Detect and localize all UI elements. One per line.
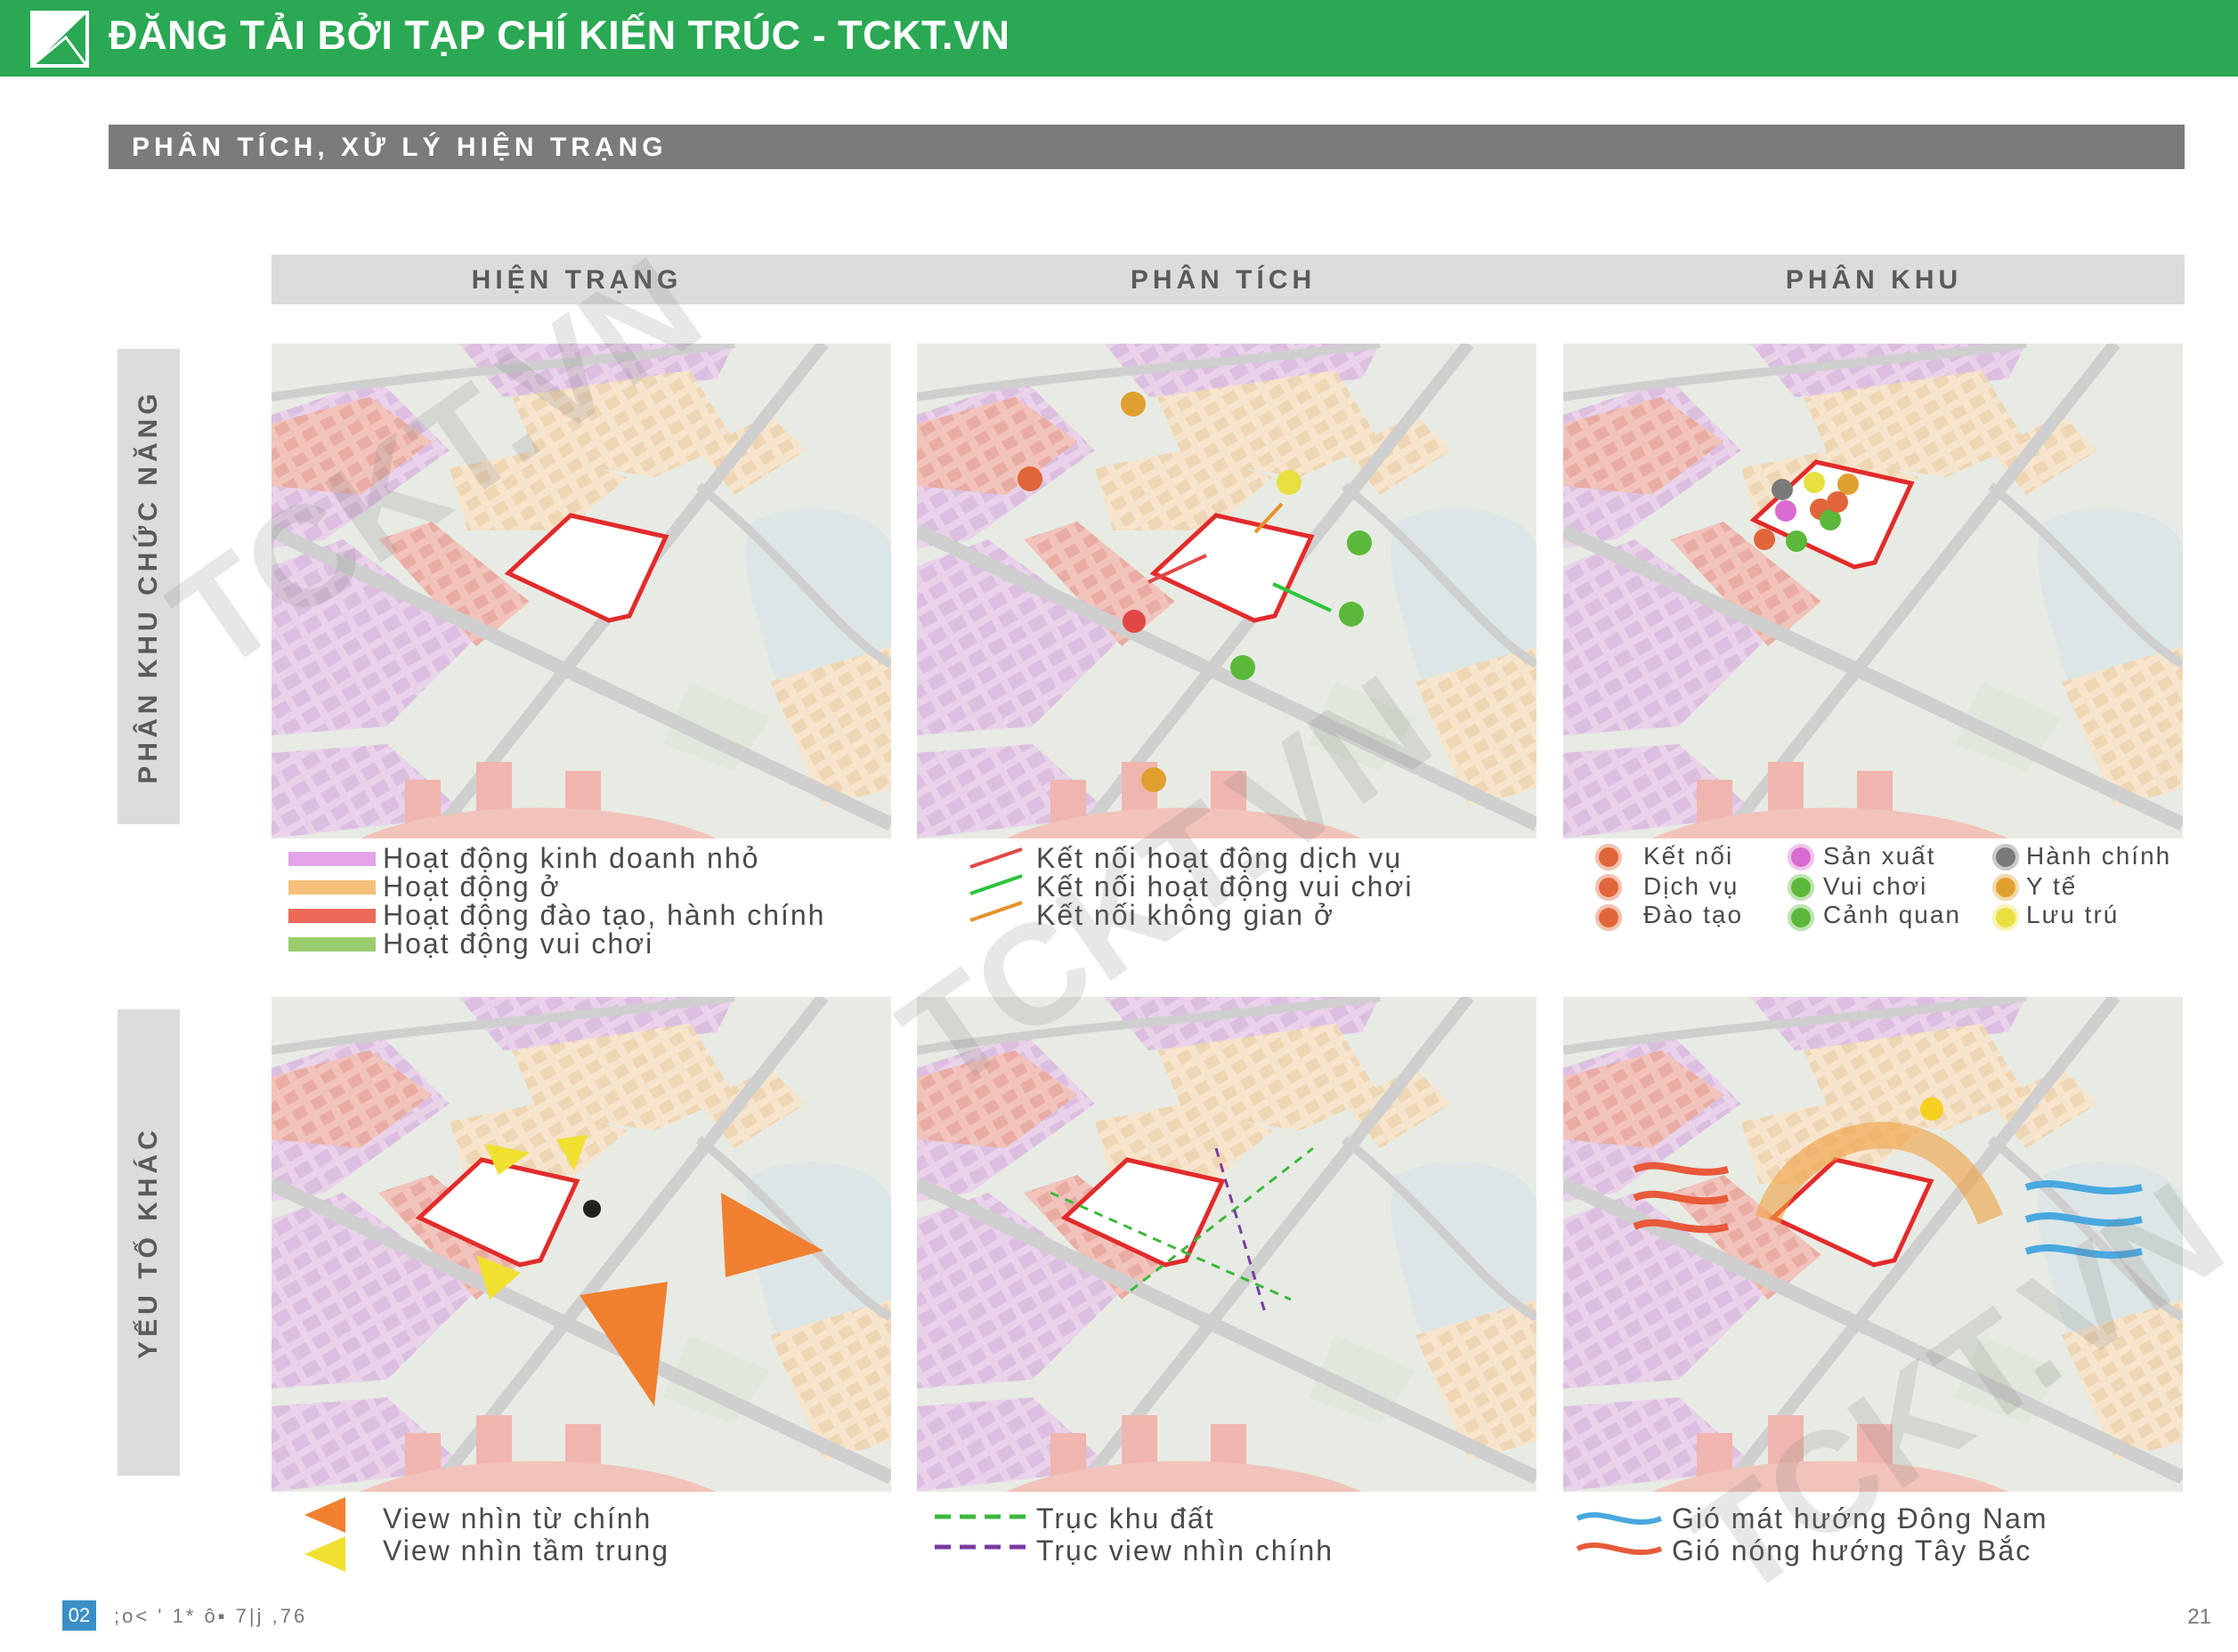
eye-icon <box>583 1200 601 1218</box>
legend-label: Dịch vụ <box>1643 872 1739 900</box>
play-marker <box>1230 655 1255 680</box>
wind-arrows-icon <box>1576 1512 1663 1555</box>
legend-swatch-education <box>288 909 376 923</box>
axis-lines-icon <box>935 1514 1029 1550</box>
play-marker <box>1347 530 1372 555</box>
header-bar: ĐĂNG TẢI BỞI TẠP CHÍ KIẾN TRÚC - TCKT.VN <box>0 0 2238 77</box>
zone-marker <box>1827 491 1848 513</box>
connection-arrows-icon <box>969 847 1023 922</box>
legend-label: Vui chơi <box>1823 872 1928 900</box>
legend-label: Hoạt động vui chơi <box>383 927 654 960</box>
admin-marker <box>1123 610 1146 633</box>
health-marker <box>1141 767 1166 792</box>
education-icon <box>1595 904 1622 931</box>
map-current-state <box>272 344 891 838</box>
footer-text: ;o< ' 1* ô▪ 7|j ,76 <box>114 1605 308 1627</box>
legend-label: Hành chính <box>2026 842 2172 870</box>
play-icon <box>1788 874 1814 901</box>
legend-label: Sản xuất <box>1823 842 1936 870</box>
section-title: PHÂN TÍCH, XỬ LÝ HIỆN TRẠNG <box>132 133 668 162</box>
header-title: ĐĂNG TẢI BỞI TẠP CHÍ KIẾN TRÚC - TCKT.VN <box>109 12 1010 58</box>
legend-label: Gió mát hướng Đông Nam <box>1672 1502 2048 1535</box>
legend-label: Gió nóng hướng Tây Bắc <box>1672 1535 2032 1567</box>
housing-marker <box>1277 470 1301 495</box>
map-analysis <box>917 344 1537 838</box>
factory-icon <box>1788 844 1814 871</box>
legend-label: Kết nối hoạt động dịch vụ <box>1036 842 1403 874</box>
education-marker <box>1018 466 1042 491</box>
zone-marker <box>1804 472 1825 493</box>
row-label-text: YẾU TỐ KHÁC <box>134 1126 163 1359</box>
column-header-bar: HIỆN TRẠNG PHÂN TÍCH PHÂN KHU <box>272 255 2185 304</box>
view-cone-icons <box>304 1497 345 1572</box>
zone-marker <box>1837 474 1859 495</box>
legend-label: View nhìn từ chính <box>383 1502 653 1535</box>
legend-label: Đào tạo <box>1643 901 1744 928</box>
tree-icon <box>1788 904 1814 931</box>
map-zoning <box>1563 344 2183 838</box>
map-axes <box>917 997 1537 1492</box>
zone-marker <box>1772 479 1793 500</box>
network-icon <box>1595 844 1622 871</box>
legend-swatch-housing <box>288 880 376 895</box>
sun-icon <box>1920 1097 1943 1121</box>
page-number: 21 <box>2187 1605 2211 1629</box>
stay-icon <box>1992 904 2019 931</box>
legend-label: Kết nối <box>1643 842 1734 870</box>
zone-marker <box>1754 529 1775 550</box>
section-title-bar: PHÂN TÍCH, XỬ LÝ HIỆN TRẠNG <box>109 125 2185 169</box>
legend-label: Kết nối hoạt động vui chơi <box>1036 871 1414 903</box>
cart-icon <box>1595 874 1622 901</box>
legend-label: View nhìn tầm trung <box>383 1535 670 1567</box>
zone-marker <box>1786 530 1807 552</box>
play-marker <box>1339 602 1364 627</box>
legend-label: Hoạt động kinh doanh nhỏ <box>383 842 760 874</box>
legend-label: Hoạt động ở <box>383 871 561 903</box>
legend-label: Trục khu đất <box>1036 1502 1215 1535</box>
map-views <box>272 997 891 1492</box>
admin-icon <box>1992 844 2019 871</box>
legend-label: Hoạt động đào tạo, hành chính <box>383 899 826 931</box>
legend-label: Trục view nhìn chính <box>1036 1535 1334 1567</box>
row-label-other-factors: YẾU TỐ KHÁC <box>118 1009 180 1476</box>
legend-label: Y tế <box>2026 872 2078 900</box>
zone-marker <box>1775 500 1796 522</box>
row-label-function-zoning: PHÂN KHU CHỨC NĂNG <box>118 349 180 824</box>
legend-label: Cảnh quan <box>1823 901 1962 928</box>
column-header-analysis: PHÂN TÍCH <box>1130 265 1317 295</box>
row-label-text: PHÂN KHU CHỨC NĂNG <box>134 389 163 784</box>
tckt-logo-icon <box>30 11 89 68</box>
map-climate <box>1563 997 2183 1492</box>
legend-swatch-play <box>288 937 376 952</box>
health-icon <box>1992 874 2019 901</box>
section-number-badge: 02 <box>62 1600 96 1631</box>
legend-swatch-small-business <box>288 852 376 866</box>
health-marker <box>1121 392 1146 417</box>
column-header-current: HIỆN TRẠNG <box>471 265 683 295</box>
legend-label: Lưu trú <box>2026 901 2120 928</box>
column-header-zoning: PHÂN KHU <box>1785 265 1963 295</box>
legend-label: Kết nối không gian ở <box>1036 899 1334 931</box>
